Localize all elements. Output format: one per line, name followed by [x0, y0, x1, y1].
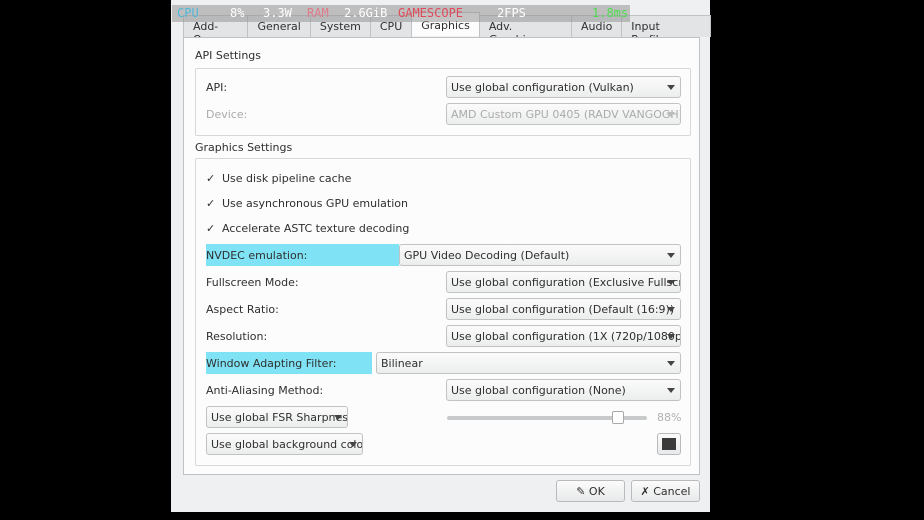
- resolution-select[interactable]: Use global configuration (1X (720p/1080p…: [446, 325, 681, 347]
- aa-value: Use global configuration (None): [451, 384, 626, 397]
- astc-checkbox[interactable]: ✓ Accelerate ASTC texture decoding: [206, 222, 409, 235]
- fsr-sharpness-slider[interactable]: [447, 411, 647, 424]
- fullscreen-select[interactable]: Use global configuration (Exclusive Full…: [446, 271, 681, 293]
- aspect-select[interactable]: Use global configuration (Default (16:9)…: [446, 298, 681, 320]
- api-settings-title: API Settings: [195, 49, 262, 62]
- background-color-select[interactable]: Use global background color: [206, 433, 363, 455]
- slider-handle[interactable]: [612, 411, 625, 424]
- aa-label: Anti-Aliasing Method:: [206, 384, 324, 397]
- nvdec-label: NVDEC emulation:: [206, 244, 399, 266]
- fsr-value: Use global FSR Sharpness: [211, 411, 348, 424]
- fullscreen-value: Use global configuration (Exclusive Full…: [451, 276, 680, 289]
- close-icon: ✗: [640, 485, 650, 498]
- cancel-label: Cancel: [653, 485, 691, 498]
- fullscreen-label: Fullscreen Mode:: [206, 276, 299, 289]
- nvdec-select[interactable]: GPU Video Decoding (Default): [399, 244, 681, 266]
- color-swatch: [662, 438, 676, 450]
- checkbox-label: Accelerate ASTC texture decoding: [222, 222, 410, 235]
- ok-label: OK: [588, 485, 605, 498]
- chevron-down-icon: [349, 442, 357, 447]
- fsr-select[interactable]: Use global FSR Sharpness: [206, 406, 348, 428]
- graphics-settings-group: ✓ Use disk pipeline cache ✓ Use asynchrono…: [195, 158, 691, 466]
- aspect-value: Use global configuration (Default (16:9)…: [451, 303, 675, 316]
- device-value: AMD Custom GPU 0405 (RADV VANGOGH): [451, 108, 681, 121]
- ok-button[interactable]: ✎ OK: [556, 480, 625, 502]
- cancel-button[interactable]: ✗ Cancel: [631, 480, 700, 502]
- bg-value: Use global background color: [211, 438, 363, 451]
- device-select: AMD Custom GPU 0405 (RADV VANGOGH): [446, 103, 681, 125]
- background-color-button[interactable]: [657, 433, 681, 455]
- aspect-label: Aspect Ratio:: [206, 303, 279, 316]
- aa-select[interactable]: Use global configuration (None): [446, 379, 681, 401]
- chevron-down-icon: [334, 415, 342, 420]
- chevron-down-icon: [667, 334, 675, 339]
- resolution-value: Use global configuration (1X (720p/1080p…: [451, 330, 681, 343]
- resolution-label: Resolution:: [206, 330, 268, 343]
- graphics-settings-title: Graphics Settings: [195, 141, 293, 154]
- fsr-percent: 88%: [657, 411, 682, 424]
- check-icon: ✓: [206, 197, 216, 210]
- async-gpu-checkbox[interactable]: ✓ Use asynchronous GPU emulation: [206, 197, 408, 210]
- overlay-fps: 2FPS: [497, 6, 526, 20]
- chevron-down-icon: [667, 280, 675, 285]
- ok-icon: ✎: [576, 485, 586, 498]
- api-settings-group: API: Use global configuration (Vulkan) D…: [195, 68, 691, 136]
- graphics-panel: API Settings API: Use global configurati…: [183, 37, 700, 475]
- tab-input-profiles[interactable]: Input Profiles: [621, 15, 711, 46]
- overlay-cpu-label: CPU: [177, 6, 199, 20]
- chevron-down-icon: [667, 112, 675, 117]
- filter-label: Window Adapting Filter:: [206, 352, 372, 374]
- check-icon: ✓: [206, 172, 216, 185]
- chevron-down-icon: [667, 253, 675, 258]
- chevron-down-icon: [667, 388, 675, 393]
- filter-value: Bilinear: [381, 357, 423, 370]
- overlay-cpu-pct: 8%: [230, 6, 245, 20]
- chevron-down-icon: [667, 307, 675, 312]
- chevron-down-icon: [667, 85, 675, 90]
- device-label: Device:: [206, 108, 248, 121]
- api-label: API:: [206, 81, 228, 94]
- overlay-ram-label: RAM: [307, 6, 329, 20]
- performance-overlay: CPU 8% 3.3W RAM 2.6GiB GAMESCOPE 2FPS 1.…: [172, 5, 630, 22]
- filter-select[interactable]: Bilinear: [376, 352, 681, 374]
- api-select[interactable]: Use global configuration (Vulkan): [446, 76, 681, 98]
- overlay-ram: 2.6GiB: [344, 6, 388, 20]
- check-icon: ✓: [206, 222, 216, 235]
- overlay-cpu-w: 3.3W: [263, 6, 292, 20]
- checkbox-label: Use asynchronous GPU emulation: [222, 197, 408, 210]
- configure-dialog: Add-Ons General System CPU Graphics Adv.…: [171, 0, 711, 512]
- overlay-app: GAMESCOPE: [398, 6, 464, 20]
- checkbox-label: Use disk pipeline cache: [222, 172, 352, 185]
- chevron-down-icon: [667, 361, 675, 366]
- overlay-frametime: 1.8ms: [592, 6, 629, 20]
- nvdec-value: GPU Video Decoding (Default): [404, 249, 570, 262]
- api-value: Use global configuration (Vulkan): [451, 81, 634, 94]
- disk-pipeline-cache-checkbox[interactable]: ✓ Use disk pipeline cache: [206, 172, 351, 185]
